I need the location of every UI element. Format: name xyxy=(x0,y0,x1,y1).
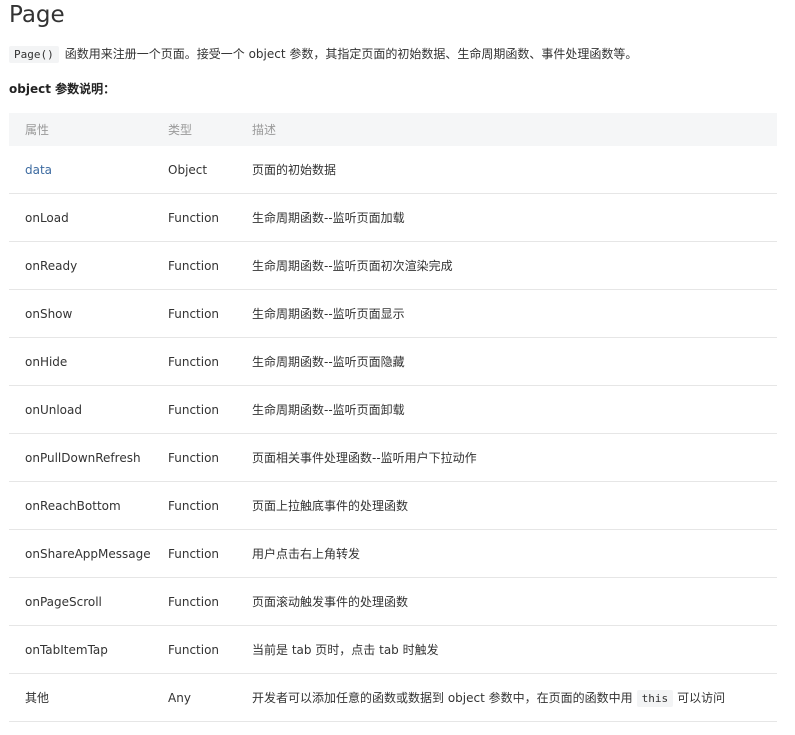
row-description: 生命周期函数--监听页面隐藏 xyxy=(252,355,405,369)
row-type: Function xyxy=(168,642,220,657)
this-code: this xyxy=(636,690,674,707)
row-name: onShow xyxy=(25,306,73,321)
header-description: 描述 xyxy=(252,123,277,137)
table-row: onPullDownRefresh Function 页面相关事件处理函数--监… xyxy=(9,434,777,482)
row-type: Function xyxy=(168,306,220,321)
params-table: 属性 类型 描述 data Object 页面的初始数据 onLoad Func… xyxy=(9,113,777,722)
row-description: 生命周期函数--监听页面初次渲染完成 xyxy=(252,259,453,273)
row-description: 用户点击右上角转发 xyxy=(252,547,361,561)
row-description: 生命周期函数--监听页面显示 xyxy=(252,307,405,321)
table-row: onTabItemTap Function 当前是 tab 页时，点击 tab … xyxy=(9,626,777,674)
intro-text: 函数用来注册一个页面。接受一个 object 参数，其指定页面的初始数据、生命周… xyxy=(64,47,638,61)
row-type: Function xyxy=(168,498,220,513)
row-name: onTabItemTap xyxy=(25,642,108,657)
row-name: onPageScroll xyxy=(25,594,102,609)
page-title: Page xyxy=(9,2,65,28)
data-link[interactable]: data xyxy=(9,163,168,177)
row-description: 页面滚动触发事件的处理函数 xyxy=(252,595,409,609)
row-description: 页面相关事件处理函数--监听用户下拉动作 xyxy=(252,451,477,465)
table-row: onLoad Function 生命周期函数--监听页面加载 xyxy=(9,194,777,242)
row-description: 页面的初始数据 xyxy=(252,163,337,177)
table-row: onReachBottom Function 页面上拉触底事件的处理函数 xyxy=(9,482,777,530)
table-row: onShareAppMessage Function 用户点击右上角转发 xyxy=(9,530,777,578)
row-name: onReady xyxy=(25,258,78,273)
row-description: 当前是 tab 页时，点击 tab 时触发 xyxy=(252,643,439,657)
row-name: onPullDownRefresh xyxy=(25,450,141,465)
row-type: Object xyxy=(168,162,208,177)
table-row: onPageScroll Function 页面滚动触发事件的处理函数 xyxy=(9,578,777,626)
header-type: 类型 xyxy=(168,123,193,137)
row-description: 生命周期函数--监听页面卸载 xyxy=(252,403,405,417)
table-row: onUnload Function 生命周期函数--监听页面卸载 xyxy=(9,386,777,434)
row-description: 页面上拉触底事件的处理函数 xyxy=(252,499,409,513)
row-name: onHide xyxy=(25,354,68,369)
row-type: Any xyxy=(168,690,191,705)
row-description: 生命周期函数--监听页面加载 xyxy=(252,211,405,225)
table-row: onShow Function 生命周期函数--监听页面显示 xyxy=(9,290,777,338)
table-row: onHide Function 生命周期函数--监听页面隐藏 xyxy=(9,338,777,386)
row-type: Function xyxy=(168,450,220,465)
row-name: onUnload xyxy=(25,402,82,417)
row-name: 其他 xyxy=(25,691,50,705)
row-type: Function xyxy=(168,258,220,273)
table-row: data Object 页面的初始数据 xyxy=(9,146,777,194)
row-name: onShareAppMessage xyxy=(25,546,151,561)
intro-paragraph: Page() 函数用来注册一个页面。接受一个 object 参数，其指定页面的初始… xyxy=(9,44,637,65)
header-attribute: 属性 xyxy=(25,123,50,137)
row-type: Function xyxy=(168,594,220,609)
desc-text-after: 可以访问 xyxy=(677,691,726,705)
object-params-heading: object 参数说明： xyxy=(9,82,116,96)
row-description: 开发者可以添加任意的函数或数据到 object 参数中，在页面的函数中用 this… xyxy=(252,689,777,707)
page-function-code: Page() xyxy=(9,46,59,63)
row-type: Function xyxy=(168,402,220,417)
row-name: onReachBottom xyxy=(25,498,121,513)
row-type: Function xyxy=(168,354,220,369)
table-header: 属性 类型 描述 xyxy=(9,113,777,146)
row-type: Function xyxy=(168,210,220,225)
row-type: Function xyxy=(168,546,220,561)
desc-text-before: 开发者可以添加任意的函数或数据到 object 参数中，在页面的函数中用 xyxy=(252,691,633,705)
table-row: onReady Function 生命周期函数--监听页面初次渲染完成 xyxy=(9,242,777,290)
table-row: 其他 Any 开发者可以添加任意的函数或数据到 object 参数中，在页面的函… xyxy=(9,674,777,722)
row-name: onLoad xyxy=(25,210,69,225)
